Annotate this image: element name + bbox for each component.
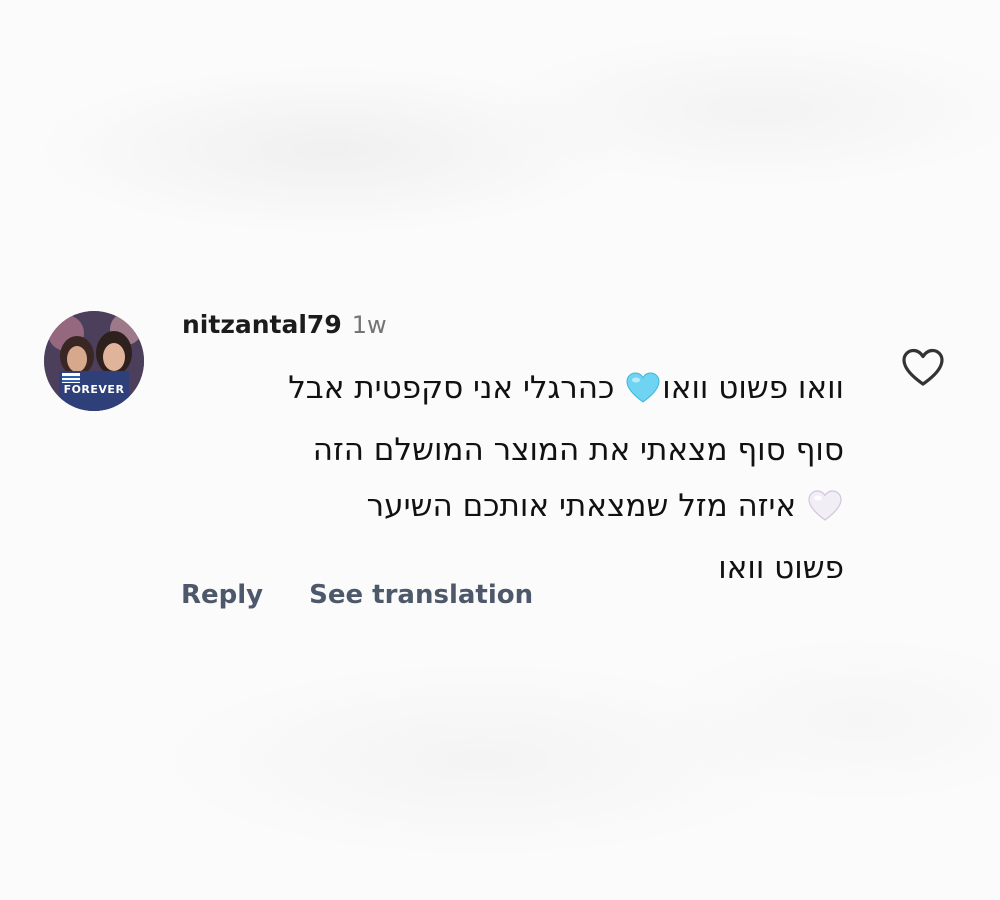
- comment-text: וואו פשוט וואו כהרגלי אני סקפטית אבל סוף…: [182, 360, 844, 596]
- comment-header: nitzantal79 1w: [182, 310, 387, 344]
- comment-actions: Reply See translation: [181, 580, 533, 610]
- avatar-photo: [44, 311, 144, 411]
- reply-button[interactable]: Reply: [181, 580, 263, 610]
- comment-line-1-end: כהרגלי אני סקפטית אבל: [288, 370, 625, 406]
- light-blue-heart-icon: [626, 366, 660, 422]
- comment-line-2: סוף סוף מצאתי את המוצר המושלם הזה: [182, 422, 844, 478]
- comment-line-3: איזה מזל שמצאתי אותכם השיער: [182, 478, 844, 540]
- comment-line-2-text: סוף סוף מצאתי את המוצר המושלם הזה: [312, 432, 844, 468]
- avatar[interactable]: FOREVER: [44, 311, 144, 411]
- timestamp: 1w: [351, 311, 387, 339]
- avatar-caption: FOREVER: [63, 383, 125, 396]
- heart-outline-icon: [902, 348, 944, 386]
- white-heart-icon: [808, 484, 842, 540]
- like-button[interactable]: [900, 346, 946, 390]
- comment-line-1: וואו פשוט וואו כהרגלי אני סקפטית אבל: [182, 360, 844, 422]
- comment-line-4-text: פשוט וואו: [718, 550, 844, 586]
- comment-line-1-start: וואו פשוט וואו: [662, 370, 844, 406]
- comment-item: FOREVER nitzantal79 1w וואו פשוט וואו כה…: [0, 0, 1000, 900]
- comment-line-3-text: איזה מזל שמצאתי אותכם השיער: [366, 488, 806, 524]
- username[interactable]: nitzantal79: [182, 310, 342, 339]
- see-translation-button[interactable]: See translation: [309, 580, 533, 610]
